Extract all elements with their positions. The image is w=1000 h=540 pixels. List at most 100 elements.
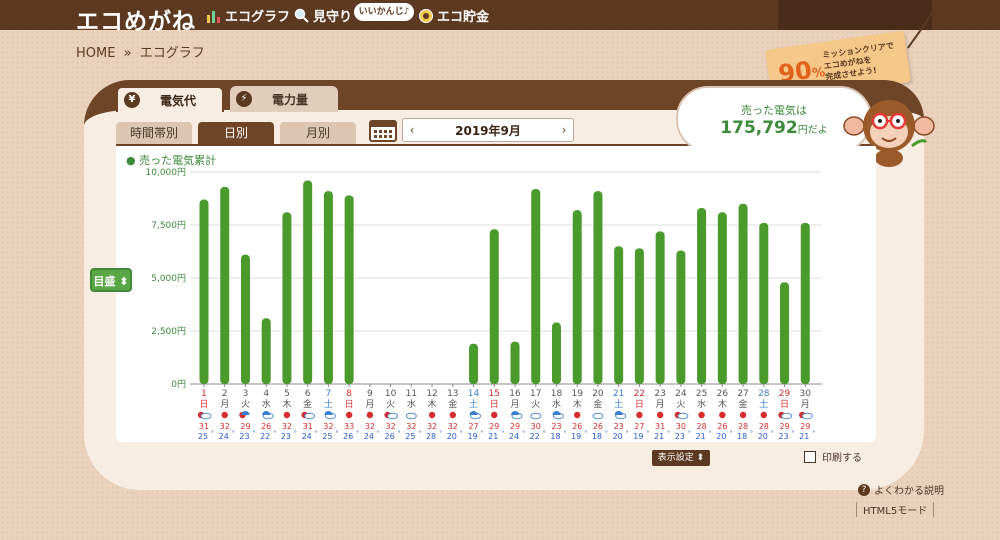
x-tick-label: 12 bbox=[426, 389, 437, 399]
bar bbox=[240, 254, 250, 384]
nav-watch[interactable]: 見守り bbox=[294, 6, 352, 25]
tab-daily[interactable]: 日別 bbox=[198, 122, 274, 144]
high-temp-label: 29 bbox=[240, 422, 250, 431]
high-temp-label: 32 bbox=[323, 422, 333, 431]
nav-eco-graph[interactable]: エコグラフ bbox=[206, 6, 290, 25]
high-temp-label: 28 bbox=[697, 422, 707, 431]
y-tick-label: 5,000円 bbox=[151, 273, 186, 284]
high-temp-label: 31 bbox=[655, 422, 665, 431]
tab-monthly[interactable]: 月別 bbox=[280, 122, 356, 144]
weekday-label: 金 bbox=[739, 398, 748, 410]
bar bbox=[469, 343, 479, 384]
printer-icon bbox=[804, 450, 816, 463]
next-month-button[interactable]: › bbox=[555, 119, 573, 141]
weekday-label: 日 bbox=[199, 399, 208, 410]
sun-icon bbox=[760, 411, 767, 419]
brand-logo[interactable]: エコめがね bbox=[76, 2, 196, 36]
tab-label: 電気代 bbox=[160, 93, 197, 108]
print-button[interactable]: 印刷する bbox=[804, 449, 862, 464]
display-settings-button[interactable]: 表示設定 ⬍ bbox=[652, 450, 710, 466]
high-temp-label: 29 bbox=[510, 422, 520, 431]
high-temp-label: 26 bbox=[261, 422, 271, 431]
temp-unit-label: ° bbox=[377, 430, 380, 437]
weekday-label: 土 bbox=[469, 398, 478, 410]
temp-unit-label: ° bbox=[667, 430, 670, 437]
temp-unit-label: ° bbox=[460, 430, 463, 437]
question-icon: ? bbox=[858, 483, 870, 496]
temp-unit-label: ° bbox=[771, 430, 774, 437]
weekday-label: 火 bbox=[676, 399, 685, 410]
bar bbox=[717, 212, 727, 384]
x-tick-label: 21 bbox=[613, 389, 624, 399]
month-picker: ‹ 2019年9月 › bbox=[402, 118, 574, 142]
temp-unit-label: ° bbox=[792, 430, 795, 437]
cloud-icon bbox=[387, 412, 399, 420]
x-tick-label: 18 bbox=[551, 389, 563, 399]
weekday-label: 水 bbox=[262, 398, 271, 410]
help-link[interactable]: ? よくわかる説明 bbox=[858, 482, 944, 497]
weekday-label: 火 bbox=[531, 399, 540, 410]
weekday-label: 日 bbox=[780, 399, 789, 410]
temp-unit-label: ° bbox=[481, 430, 484, 437]
weekday-label: 土 bbox=[759, 398, 768, 410]
x-tick-label: 10 bbox=[385, 389, 397, 399]
weekday-label: 月 bbox=[801, 399, 810, 410]
tab-hourly[interactable]: 時間帯別 bbox=[116, 122, 192, 144]
prev-month-button[interactable]: ‹ bbox=[403, 119, 421, 141]
sun-icon bbox=[221, 411, 228, 419]
temp-unit-label: ° bbox=[252, 430, 255, 437]
weekday-label: 木 bbox=[573, 398, 582, 410]
bar bbox=[510, 341, 520, 384]
sun-icon bbox=[656, 411, 664, 419]
high-temp-label: 33 bbox=[344, 422, 354, 431]
weekday-label: 月 bbox=[510, 399, 519, 410]
temp-unit-label: ° bbox=[605, 430, 608, 437]
high-temp-label: 23 bbox=[614, 422, 624, 431]
bar bbox=[780, 282, 790, 384]
x-tick-label: 11 bbox=[406, 389, 417, 399]
daily-sold-bar-chart: 0円2,500円5,000円7,500円10,000円1日3125 °2月3224… bbox=[146, 167, 822, 441]
bar bbox=[593, 191, 603, 384]
tab-electricity-amount[interactable]: ⚡ 電力量 bbox=[230, 86, 338, 112]
low-temp-label: 20 bbox=[758, 432, 768, 441]
weekday-label: 木 bbox=[718, 398, 727, 410]
umbrella-icon bbox=[262, 411, 271, 415]
html5-mode-link[interactable]: HTML5モード bbox=[856, 502, 935, 517]
weekday-label: 土 bbox=[614, 398, 623, 410]
tab-electricity-cost[interactable]: ¥ 電気代 bbox=[116, 86, 224, 112]
temp-unit-label: ° bbox=[543, 430, 546, 437]
nav-label: エコグラフ bbox=[225, 10, 291, 25]
umbrella-icon bbox=[469, 411, 478, 415]
nav-eco-savings[interactable]: エコ貯金 bbox=[418, 6, 489, 25]
sun-icon bbox=[283, 411, 291, 419]
high-temp-label: 30 bbox=[676, 422, 686, 431]
bar bbox=[220, 186, 230, 384]
weekday-label: 火 bbox=[386, 399, 395, 410]
breadcrumb-home[interactable]: HOME bbox=[76, 46, 115, 61]
umbrella-icon bbox=[241, 411, 250, 415]
x-tick-label: 4 bbox=[263, 389, 269, 399]
bar bbox=[676, 250, 686, 384]
high-temp-label: 32 bbox=[282, 422, 292, 431]
high-temp-label: 32 bbox=[386, 422, 396, 431]
low-temp-label: 24 bbox=[509, 432, 519, 441]
bar-chart-icon bbox=[207, 10, 220, 23]
temp-unit-label: ° bbox=[750, 430, 753, 437]
calendar-icon[interactable] bbox=[369, 118, 397, 142]
bar bbox=[634, 248, 644, 384]
cloud-icon bbox=[405, 412, 417, 420]
temp-unit-label: ° bbox=[418, 430, 421, 437]
high-temp-label: 31 bbox=[303, 422, 313, 431]
temp-unit-label: ° bbox=[563, 430, 566, 437]
temp-unit-label: ° bbox=[356, 430, 359, 437]
breadcrumb-current: エコグラフ bbox=[139, 46, 205, 61]
sun-icon bbox=[449, 411, 456, 419]
weekday-label: 月 bbox=[220, 399, 229, 410]
low-temp-label: 20 bbox=[447, 432, 457, 441]
sun-icon bbox=[719, 411, 726, 419]
high-temp-label: 30 bbox=[531, 422, 541, 431]
temp-unit-label: ° bbox=[211, 430, 214, 437]
x-tick-label: 13 bbox=[447, 389, 458, 399]
x-tick-label: 5 bbox=[284, 389, 290, 399]
x-tick-label: 8 bbox=[346, 389, 352, 399]
